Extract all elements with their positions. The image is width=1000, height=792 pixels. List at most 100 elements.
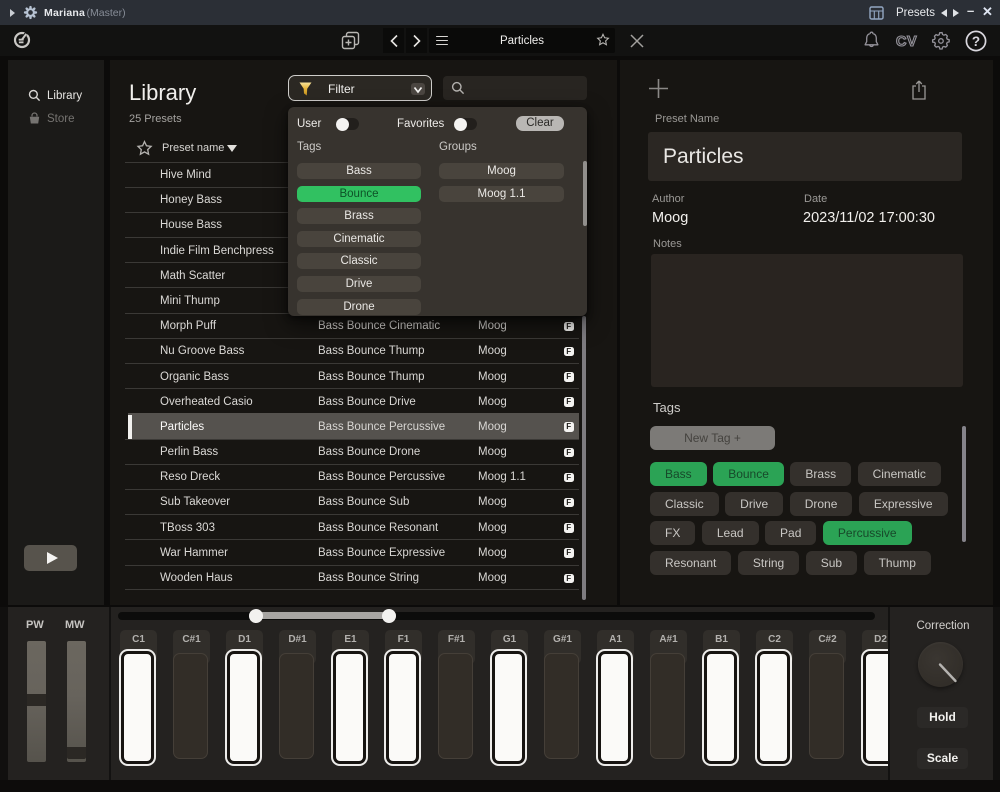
window-titlebar: Mariana (Master) Presets – ✕ <box>0 0 1000 25</box>
presets-label[interactable]: Presets <box>896 7 935 19</box>
hold-button[interactable]: Hold <box>917 707 968 728</box>
preset-prev-button[interactable] <box>941 9 947 17</box>
piano-key[interactable] <box>438 653 473 759</box>
filter-tag-chip[interactable]: Cinematic <box>297 231 421 247</box>
filter-tag-chip[interactable]: Bass <box>297 163 421 179</box>
sidebar-item-store[interactable]: Store <box>28 112 75 125</box>
tag-chip[interactable]: Percussive <box>823 521 912 545</box>
filter-group-chip[interactable]: Moog <box>439 163 564 179</box>
piano-key[interactable] <box>544 653 579 759</box>
preset-name-value: Particles <box>663 145 744 169</box>
piano-key[interactable] <box>121 651 154 764</box>
preset-name-input[interactable]: Particles <box>648 132 962 181</box>
presets-grid-icon[interactable] <box>869 6 884 20</box>
filter-tag-chip[interactable]: Brass <box>297 208 421 224</box>
piano-key[interactable] <box>227 651 260 764</box>
preview-play-button[interactable] <box>24 545 77 571</box>
add-preset-icon[interactable] <box>648 78 669 99</box>
piano-key[interactable] <box>650 653 685 759</box>
mod-wheel[interactable] <box>67 641 86 762</box>
help-icon[interactable]: ? <box>965 30 987 52</box>
plugin-gear-icon[interactable] <box>23 5 38 20</box>
cv-settings-icon[interactable]: CV <box>895 32 921 50</box>
tag-chip[interactable]: Drive <box>725 492 783 516</box>
forward-button[interactable] <box>406 28 427 53</box>
piano-key[interactable] <box>173 653 208 759</box>
piano-key[interactable] <box>333 651 366 764</box>
notes-input[interactable] <box>651 254 963 387</box>
tag-chip[interactable]: FX <box>650 521 695 545</box>
preset-row[interactable]: Morph PuffBass Bounce CinematicMoogF <box>125 313 579 338</box>
preset-row[interactable]: Reso DreckBass Bounce PercussiveMoog 1.1… <box>125 464 579 489</box>
tag-chip[interactable]: Resonant <box>650 551 731 575</box>
tag-chip[interactable]: Classic <box>650 492 719 516</box>
list-scrollbar[interactable] <box>582 316 587 600</box>
favorites-toggle[interactable] <box>454 118 477 130</box>
piano-key[interactable] <box>492 651 525 764</box>
tag-chip[interactable]: Pad <box>765 521 816 545</box>
dropdown-scrollbar[interactable] <box>583 161 587 226</box>
piano-key[interactable] <box>598 651 631 764</box>
chevron-left-icon <box>389 34 399 48</box>
filter-tags-label: Tags <box>297 141 321 153</box>
back-button[interactable] <box>383 28 404 53</box>
share-icon[interactable] <box>911 79 927 100</box>
tag-chip[interactable]: Expressive <box>859 492 948 516</box>
preset-row[interactable]: Wooden HausBass Bounce StringMoogF <box>125 565 579 590</box>
filter-tag-chip[interactable]: Bounce <box>297 186 421 202</box>
filter-group-chip[interactable]: Moog 1.1 <box>439 186 564 202</box>
clear-preset-icon[interactable] <box>629 33 645 49</box>
preset-row[interactable]: Overheated CasioBass Bounce DriveMoogF <box>125 388 579 413</box>
tag-chip[interactable]: Brass <box>790 462 851 486</box>
close-button[interactable]: ✕ <box>982 4 993 20</box>
preset-row[interactable]: Organic BassBass Bounce ThumpMoogF <box>125 363 579 388</box>
keyboard-scroll-thumb[interactable] <box>249 612 396 619</box>
clear-filters-button[interactable]: Clear <box>516 116 564 131</box>
preset-name-field[interactable]: Particles <box>429 28 615 53</box>
tag-chip[interactable]: Cinematic <box>858 462 941 486</box>
settings-gear-icon[interactable] <box>930 30 951 51</box>
preset-row[interactable]: Sub TakeoverBass Bounce SubMoogF <box>125 489 579 514</box>
piano-key[interactable] <box>279 653 314 759</box>
preset-row[interactable]: Nu Groove BassBass Bounce ThumpMoogF <box>125 338 579 363</box>
new-tag-button[interactable]: New Tag + <box>650 426 775 450</box>
search-input[interactable] <box>443 76 587 100</box>
tag-chip[interactable]: Thump <box>864 551 931 575</box>
notifications-bell-icon[interactable] <box>861 30 882 51</box>
sort-direction-icon[interactable] <box>227 145 237 152</box>
tag-chip[interactable]: Drone <box>790 492 853 516</box>
preset-row[interactable]: War HammerBass Bounce ExpressiveMoogF <box>125 539 579 564</box>
preset-row[interactable]: ParticlesBass Bounce PercussiveMoogF <box>125 413 579 438</box>
scale-button[interactable]: Scale <box>917 748 968 769</box>
favorite-star-icon[interactable] <box>596 33 610 47</box>
filter-tag-chip[interactable]: Drone <box>297 299 421 315</box>
preset-row[interactable]: Perlin BassBass Bounce DroneMoogF <box>125 439 579 464</box>
preset-row[interactable]: TBoss 303Bass Bounce ResonantMoogF <box>125 514 579 539</box>
piano-key[interactable] <box>863 651 888 764</box>
preset-next-button[interactable] <box>953 9 959 17</box>
preset-row-name: Overheated Casio <box>160 396 253 408</box>
piano-key[interactable] <box>704 651 737 764</box>
pitch-wheel[interactable] <box>27 641 46 762</box>
filter-dropdown-button[interactable]: Filter <box>288 75 432 101</box>
correction-knob[interactable] <box>918 642 963 687</box>
collapse-caret-icon[interactable] <box>10 9 15 17</box>
detail-scrollbar[interactable] <box>962 426 966 542</box>
sidebar-item-library[interactable]: Library <box>28 89 82 102</box>
piano-key[interactable] <box>757 651 790 764</box>
piano-key[interactable] <box>809 653 844 759</box>
sort-column-label[interactable]: Preset name <box>162 142 224 154</box>
piano-key[interactable] <box>386 651 419 764</box>
minimize-button[interactable]: – <box>967 3 974 18</box>
header-star-icon[interactable] <box>136 140 153 157</box>
keyboard-scroll-track[interactable] <box>118 612 875 620</box>
tag-chip[interactable]: Bounce <box>713 462 784 486</box>
filter-tag-chip[interactable]: Classic <box>297 253 421 269</box>
tag-chip[interactable]: String <box>738 551 799 575</box>
tag-chip[interactable]: Sub <box>806 551 857 575</box>
tag-chip[interactable]: Bass <box>650 462 707 486</box>
duplicate-preset-icon[interactable] <box>341 31 360 50</box>
user-toggle[interactable] <box>336 118 359 130</box>
tag-chip[interactable]: Lead <box>702 521 759 545</box>
filter-tag-chip[interactable]: Drive <box>297 276 421 292</box>
